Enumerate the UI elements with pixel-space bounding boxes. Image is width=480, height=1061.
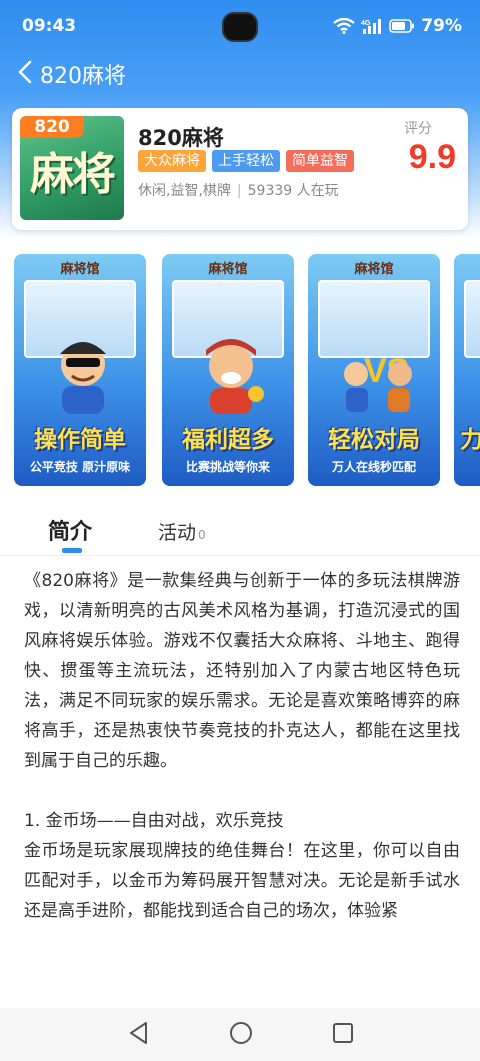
app-icon: 820 麻将: [20, 116, 124, 220]
page-title: 820麻将: [40, 64, 126, 89]
description: 《820麻将》是一款集经典与创新于一体的多玩法棋牌游戏，以清新明亮的古风美术风格…: [24, 566, 460, 926]
description-paragraph: 金币场是玩家展现牌技的绝佳舞台！在这里，你可以自由匹配对手，以金币为筹码展开智慧…: [24, 841, 460, 921]
app-info-card: 820 麻将 820麻将 大众麻将 上手轻松 简单益智 休闲,益智,棋牌 | 593…: [12, 108, 468, 230]
app-icon-badge: 820: [20, 116, 84, 138]
screenshot-item[interactable]: 麻将馆 操作简单 公平竞技 原汁原味: [14, 254, 146, 486]
back-arrow-icon[interactable]: [14, 58, 38, 86]
screenshot-carousel[interactable]: 麻将馆 操作简单 公平竞技 原汁原味 麻将馆 福利超多 比赛挑战等你来 麻将馆 …: [14, 254, 480, 486]
back-triangle-icon[interactable]: [126, 1020, 152, 1046]
app-name: 820麻将: [138, 126, 224, 150]
player-count: 59339 人在玩: [247, 183, 339, 199]
app-categories: 休闲,益智,棋牌: [138, 183, 231, 199]
tab-intro[interactable]: 简介: [48, 514, 92, 546]
wifi-icon: [333, 18, 356, 34]
active-tab-indicator: [62, 548, 82, 553]
screenshot-item[interactable]: 力: [454, 254, 480, 486]
tag-simple-puzzle: 简单益智: [286, 150, 354, 172]
section-heading: 1. 金币场——自由对战，欢乐竞技: [24, 811, 284, 831]
tab-activity-label: 活动: [158, 522, 197, 544]
screenshot-item[interactable]: 麻将馆 福利超多 比赛挑战等你来: [162, 254, 294, 486]
status-time: 09:43: [22, 16, 77, 36]
recents-square-icon[interactable]: [330, 1020, 356, 1046]
description-paragraph: 《820麻将》是一款集经典与创新于一体的多玩法棋牌游戏，以清新明亮的古风美术风格…: [24, 571, 460, 771]
screenshot-item[interactable]: 麻将馆 VS 轻松对局 万人在线秒匹配: [308, 254, 440, 486]
character-illustration: VS: [344, 352, 412, 412]
tab-bar: 简介 活动 0: [0, 506, 480, 556]
home-circle-icon[interactable]: [228, 1020, 254, 1046]
camera-cutout: [222, 12, 258, 42]
score-label: 评分: [404, 121, 432, 137]
status-icons: 4G 79%: [333, 16, 462, 36]
app-meta: 休闲,益智,棋牌 | 59339 人在玩: [138, 180, 339, 200]
score-value: 9.9: [408, 138, 456, 176]
tag-mass-mahjong: 大众麻将: [138, 150, 206, 172]
screenshot-headline: 操作简单: [34, 427, 126, 453]
navigation-bar: 820麻将: [0, 52, 480, 92]
signal-icon: 4G: [361, 18, 383, 34]
character-illustration: [60, 342, 106, 414]
app-tags: 大众麻将 上手轻松 简单益智: [138, 150, 354, 172]
screenshot-headline: 力: [460, 427, 480, 453]
screenshot-headline: 福利超多: [182, 427, 274, 453]
battery-icon: [389, 19, 415, 33]
screenshot-brand: 麻将馆: [208, 262, 248, 277]
screenshot-brand: 麻将馆: [60, 262, 100, 277]
screenshot-subtitle: 公平竞技 原汁原味: [29, 460, 131, 474]
screenshot-headline: 轻松对局: [328, 427, 420, 453]
app-icon-glyph: 麻将: [30, 149, 116, 200]
status-bar: 09:43 4G 79%: [0, 0, 480, 52]
system-navigation-bar: [0, 1008, 480, 1061]
screenshot-subtitle: 比赛挑战等你来: [185, 460, 270, 474]
activity-count: 0: [198, 528, 206, 542]
screenshot-subtitle: 万人在线秒匹配: [331, 460, 416, 474]
game-table-preview: [464, 280, 480, 358]
battery-level: 79%: [421, 16, 462, 36]
svg-text:4G: 4G: [361, 20, 371, 27]
screenshot-brand: 麻将馆: [354, 262, 394, 277]
tag-easy-start: 上手轻松: [212, 150, 280, 172]
tab-activity[interactable]: 活动 0: [158, 518, 206, 545]
character-illustration: [206, 339, 264, 414]
meta-divider: |: [236, 183, 242, 199]
